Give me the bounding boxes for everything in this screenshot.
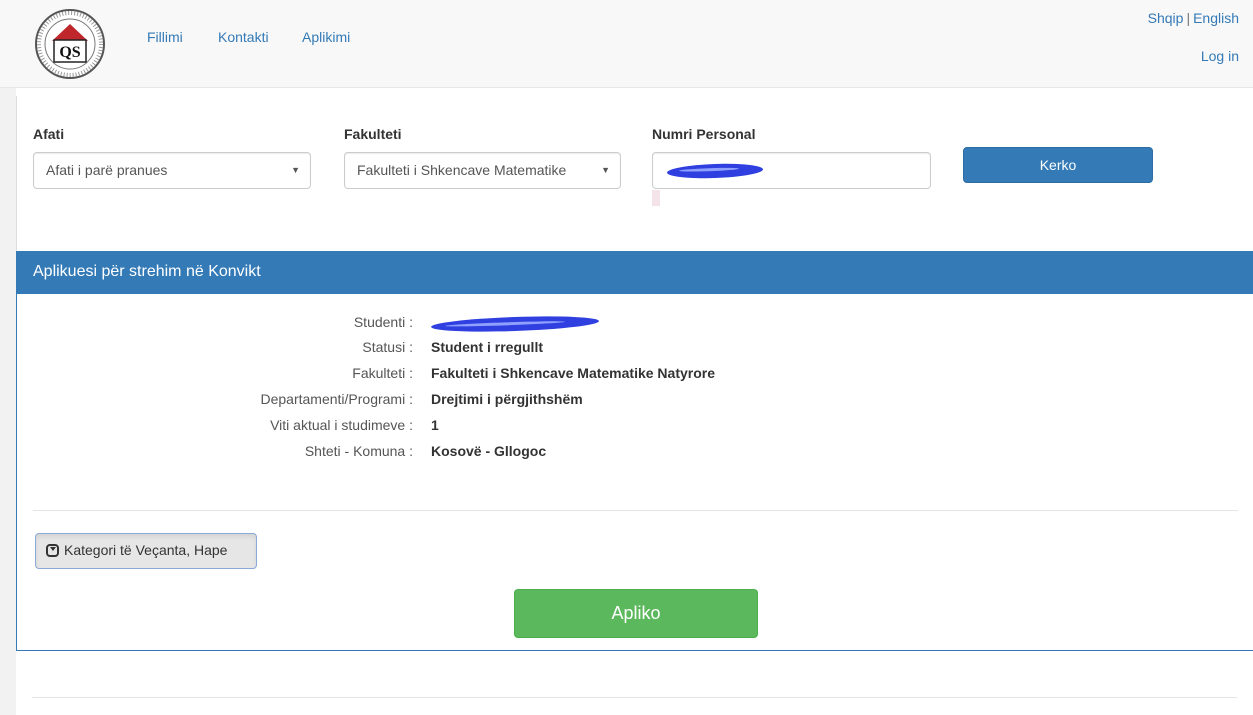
chevron-down-icon: ▼ — [601, 165, 610, 175]
info-label: Statusi : — [362, 339, 413, 355]
fakulteti-selected-value: Fakulteti i Shkencave Matematike — [357, 162, 567, 178]
info-value: Drejtimi i përgjithshëm — [431, 391, 583, 407]
nav-link-fillimi[interactable]: Fillimi — [147, 29, 183, 45]
logo-text: QS — [59, 44, 80, 61]
info-row-shteti-komuna: Shteti - Komuna : Kosovë - Gllogoc — [17, 443, 1253, 463]
kategori-button-label: Kategori të Veçanta, Hape — [64, 542, 228, 558]
decorative-mark — [652, 190, 660, 206]
applicant-panel-heading: Aplikuesi për strehim në Konvikt — [17, 252, 1253, 294]
info-row-studenti: Studenti : — [17, 314, 1253, 334]
language-english[interactable]: English — [1193, 10, 1239, 26]
numri-personal-input[interactable] — [652, 152, 931, 189]
info-label: Studenti : — [353, 314, 413, 330]
chevron-down-icon: ▼ — [291, 165, 300, 175]
info-value: Fakulteti i Shkencave Matematike Natyror… — [431, 365, 716, 381]
info-label: Shteti - Komuna : — [304, 443, 413, 459]
left-gutter — [0, 88, 16, 715]
info-value: Student i rregullt — [431, 339, 543, 355]
afati-label: Afati — [33, 126, 65, 142]
info-label: Fakulteti : — [352, 365, 413, 381]
info-label: Viti aktual i studimeve : — [270, 417, 413, 433]
afati-select[interactable]: Afati i parë pranues ▼ — [33, 152, 311, 189]
info-value: Kosovë - Gllogoc — [431, 443, 547, 459]
chevron-square-down-icon — [46, 544, 59, 557]
redaction-mark — [666, 162, 764, 180]
search-panel: Afati Afati i parë pranues ▼ Fakulteti F… — [16, 96, 1253, 251]
info-label: Departamenti/Programi : — [260, 391, 413, 407]
nav-link-kontakti[interactable]: Kontakti — [218, 29, 269, 45]
language-switcher: Shqip | English — [1148, 10, 1239, 26]
applicant-panel: Aplikuesi për strehim në Konvikt Student… — [16, 251, 1253, 651]
top-navbar: QS Fillimi Kontakti Aplikimi Shqip | Engli… — [0, 0, 1253, 88]
info-row-departamenti: Departamenti/Programi : Drejtimi i përgj… — [17, 391, 1253, 411]
kerko-button[interactable]: Kerko — [963, 147, 1153, 183]
numri-personal-label: Numri Personal — [652, 126, 756, 142]
login-link[interactable]: Log in — [1201, 48, 1239, 64]
nav-link-aplikimi[interactable]: Aplikimi — [302, 29, 350, 45]
footer-divider — [32, 697, 1237, 698]
redaction-mark — [430, 314, 600, 334]
info-value: 1 — [431, 417, 439, 433]
info-row-viti: Viti aktual i studimeve : 1 — [17, 417, 1253, 437]
apliko-button[interactable]: Apliko — [514, 589, 758, 638]
afati-selected-value: Afati i parë pranues — [46, 162, 168, 178]
kategori-toggle-button[interactable]: Kategori të Veçanta, Hape — [35, 533, 257, 569]
language-separator: | — [1186, 10, 1191, 26]
logo[interactable]: QS — [30, 8, 110, 80]
info-row-statusi: Statusi : Student i rregullt — [17, 339, 1253, 359]
fakulteti-label: Fakulteti — [344, 126, 402, 142]
divider — [33, 510, 1238, 511]
info-row-fakulteti: Fakulteti : Fakulteti i Shkencave Matema… — [17, 365, 1253, 385]
language-shqip[interactable]: Shqip — [1148, 10, 1184, 26]
fakulteti-select[interactable]: Fakulteti i Shkencave Matematike ▼ — [344, 152, 621, 189]
